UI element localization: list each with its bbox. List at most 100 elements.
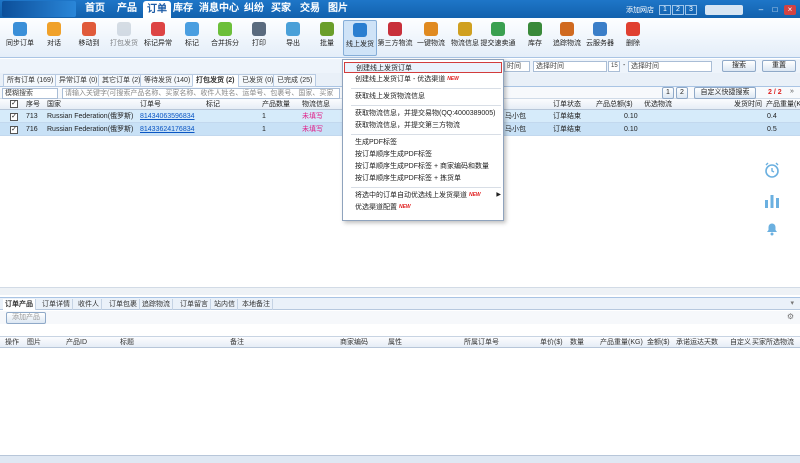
custom-search-select[interactable]: 自定义快捷搜索 [694,87,756,99]
menu-item[interactable]: 优选渠道配置 NEW [343,202,505,213]
detail-tab[interactable]: 收件人 [76,299,102,310]
reset-button[interactable]: 重置 [762,60,796,72]
nav-item[interactable]: 交易 [295,0,325,18]
nav-item[interactable]: 首页 [80,0,110,18]
menu-item[interactable]: 创建线上发货订单 [344,62,502,73]
menu-item-label: 获取物流信息，并提交第三方物流 [355,122,460,129]
row-logistics[interactable]: 未填写 [302,110,323,123]
product-grid-body [0,348,800,455]
detail-tab[interactable]: 追踪物流 [140,299,173,310]
col-country[interactable]: 国家 [47,99,61,110]
menu-item-label: 获取线上发货物流信息 [355,93,425,100]
close-panel-icon[interactable]: ▾ [790,299,794,307]
menu-item[interactable]: 创建线上发货订单 - 优选渠道 NEW [343,74,505,85]
order-tab[interactable]: 等待发货 (140) [140,74,195,87]
row-amount: 0.10 [624,126,638,133]
detail-tab[interactable]: 订单留言 [178,299,211,310]
order-link[interactable]: 81433624176834 [140,123,195,136]
next-page-icon[interactable]: » [790,88,794,95]
nav-item[interactable]: 买家 [266,0,296,18]
toolbar-button[interactable]: 第三方物流 [378,20,413,56]
detail-tab[interactable]: 站内信 [212,299,238,310]
col-index[interactable]: 序号 [26,99,40,110]
menu-item[interactable]: 将选中的订单自动优选线上发货渠道 NEW ▶ [343,190,505,201]
order-tab[interactable]: 已发货 (0) [238,74,278,87]
col-amount[interactable]: 产品总额($) [596,99,633,110]
col-qty[interactable]: 产品数量 [262,99,290,110]
detail-tab[interactable]: 订单详情 [40,299,73,310]
col-order[interactable]: 订单号 [140,99,161,110]
bell-icon[interactable] [762,218,782,238]
row-index: 713 [26,113,38,120]
col-status[interactable]: 订单状态 [553,99,581,110]
col-logistics[interactable]: 物流信息 [302,99,330,110]
minimize-icon[interactable]: – [756,5,766,15]
nav-item[interactable]: 图片 [324,0,352,18]
menu-item[interactable]: 按订单顺序生成PDF标签 [343,149,505,160]
user-bar[interactable] [705,5,743,15]
order-tab[interactable]: 其它订单 (2) [98,74,145,87]
toolbar-icon [560,22,574,36]
page-2-button[interactable]: 2 [672,5,684,15]
keyword-input[interactable]: 请输入关键字(可搜索产品名称、买家名称、收件人姓名、运单号、包裹号、国家、买家 [62,88,340,99]
toolbar-icon [491,22,505,36]
order-link[interactable]: 81434063596834 [140,110,195,123]
toolbar-button[interactable]: 提交速卖通 [481,20,516,56]
row-checkbox[interactable]: ✓ [10,126,18,134]
row-carrier: 马小包 [505,126,526,133]
nav-item[interactable]: 消息中心 [195,0,243,18]
start-time-input[interactable]: 选择时间 [533,61,607,72]
horizontal-scrollbar[interactable] [0,287,800,295]
close-icon[interactable]: × [784,5,796,15]
col-mark[interactable]: 标记 [206,99,220,110]
chart-icon[interactable] [762,190,782,210]
row-checkbox[interactable]: ✓ [10,113,18,121]
nav-item[interactable]: 库存 [168,0,198,18]
alarm-icon[interactable] [762,160,782,180]
row-index: 716 [26,126,38,133]
row-status: 订单结束 [553,113,581,120]
menu-item-label: 生成PDF标签 [355,139,397,146]
add-shop-link[interactable]: 添加网店 [626,5,654,15]
menu-item[interactable]: 生成PDF标签 [343,137,505,148]
menu-item[interactable]: 获取物流信息，并提交易物(QQ:4000389005) [343,108,505,119]
menu-item[interactable]: 获取物流信息，并提交第三方物流 [343,120,505,131]
add-product-button[interactable]: 添加产品 [6,312,46,324]
select-all-checkbox[interactable]: ✓ [10,100,18,108]
app-logo [2,1,76,17]
order-tab[interactable]: 已完成 (25) [273,74,317,87]
menu-item[interactable]: 按订单顺序生成PDF标签 + 拣货单 [343,173,505,184]
nav-item[interactable]: 纠纷 [239,0,269,18]
row-logistics[interactable]: 未填写 [302,123,323,136]
toolbar-icon [626,22,640,36]
order-tab[interactable]: 所有订单 (169) [3,74,58,87]
search-button[interactable]: 搜索 [722,60,756,72]
time-type-select[interactable]: 时间 [504,61,530,72]
menu-item-label: 将选中的订单自动优选线上发货渠道 [355,192,467,199]
pager-2-button[interactable]: 2 [676,87,688,99]
detail-tab[interactable]: 订单产品 [3,299,36,310]
maximize-icon[interactable]: □ [770,5,780,15]
search-mode-select[interactable]: 模糊搜索 [2,88,58,99]
col-weight[interactable]: 产品重量(K [766,99,800,110]
pager-1-button[interactable]: 1 [662,87,674,99]
col-preferred[interactable]: 优选物流 [644,99,672,110]
order-tab[interactable]: 打包发货 (2) [192,74,239,87]
menu-item[interactable]: 按订单顺序生成PDF标签 + 商家编码和数量 [343,161,505,172]
toolbar-button[interactable]: 删除 [616,20,650,56]
menu-item[interactable]: 获取线上发货物流信息 [343,91,505,102]
nav-item[interactable]: 产品 [112,0,142,18]
toolbar-icon [151,22,165,36]
page-3-button[interactable]: 3 [685,5,697,15]
end-time-input[interactable]: 选择时间 [628,61,712,72]
detail-tab[interactable]: 订单包裹 [107,299,140,310]
detail-tab[interactable]: 本地备注 [240,299,273,310]
order-tab[interactable]: 异常订单 (0) [55,74,102,87]
nav-item[interactable]: 订单 [143,1,171,18]
calendar-icon[interactable]: 15 [608,61,620,72]
status-bar [0,455,800,463]
toolbar-button[interactable]: 批量 [310,20,344,56]
col-ship-time[interactable]: 发货时间 [734,99,762,110]
page-1-button[interactable]: 1 [659,5,671,15]
panel-settings-icon[interactable]: ⚙ [787,312,794,321]
